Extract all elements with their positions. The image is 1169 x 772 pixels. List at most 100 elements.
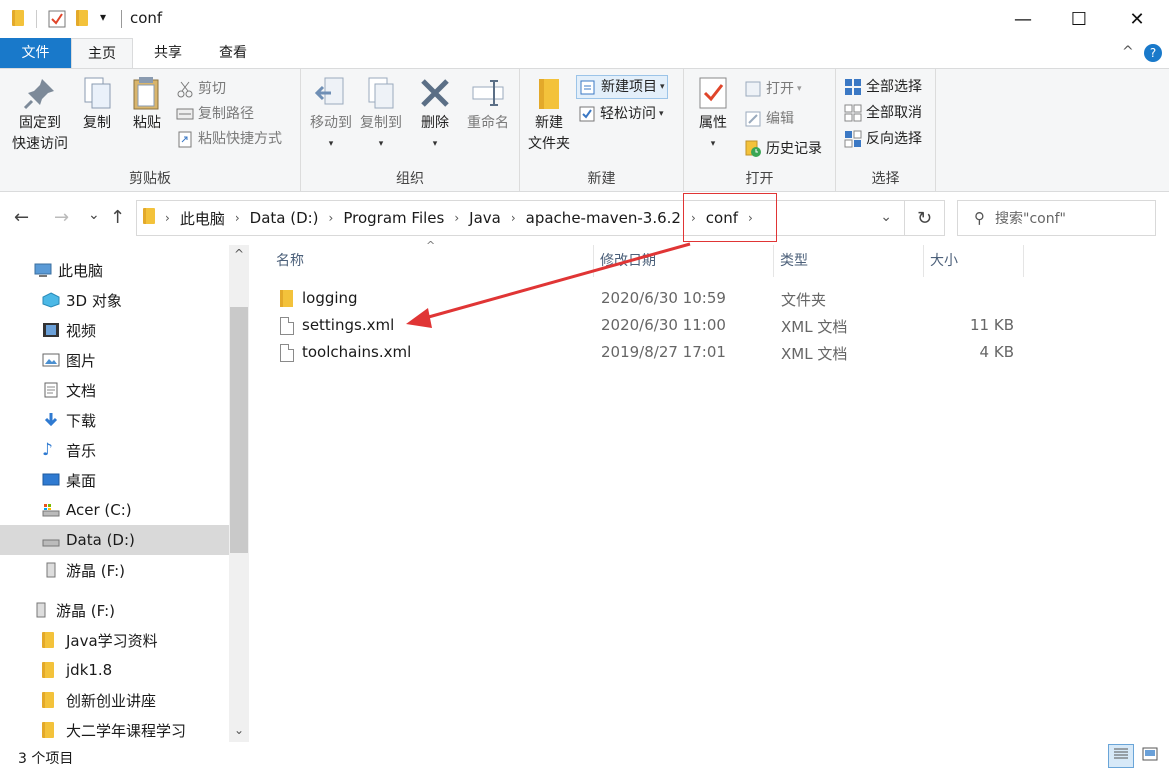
breadcrumb-apache-maven[interactable]: apache-maven-3.6.2 — [520, 209, 687, 227]
new-group-label: 新建 — [587, 171, 616, 187]
pin-quick-access-button[interactable]: 固定到 快速访问 — [8, 75, 72, 155]
forward-button[interactable]: → — [54, 207, 69, 228]
file-name: settings.xml — [302, 316, 395, 334]
breadcrumb-java[interactable]: Java — [463, 209, 507, 227]
delete-button[interactable]: 删除 ▾ — [415, 75, 455, 155]
new-folder-button[interactable]: 新建 文件夹 — [524, 75, 574, 155]
nav-item-drive-d[interactable]: Data (D:) — [0, 525, 229, 555]
file-row-settings[interactable]: settings.xml 2020/6/30 11:00 XML 文档 11 K… — [250, 312, 1169, 339]
nav-scrollbar[interactable]: ^ ⌄ — [229, 245, 249, 742]
move-to-button[interactable]: 移动到 ▾ — [305, 75, 357, 155]
scroll-down-button[interactable]: ⌄ — [229, 723, 249, 737]
nav-item-label: 文档 — [66, 381, 97, 400]
easy-access-button[interactable]: 轻松访问 ▾ — [578, 102, 664, 126]
new-folder-qa-icon[interactable] — [76, 10, 88, 26]
rename-button[interactable]: 重命名 — [461, 75, 515, 134]
nav-item-folder-jdk[interactable]: jdk1.8 — [0, 655, 229, 685]
refresh-button[interactable]: ↻ — [905, 200, 945, 236]
nav-item-folder-courses[interactable]: 大二学年课程学习 — [0, 715, 229, 745]
maximize-button[interactable]: ☐ — [1056, 0, 1102, 38]
paste-button[interactable]: 粘贴 — [126, 75, 168, 134]
select-none-button[interactable]: 全部取消 — [844, 101, 922, 125]
history-icon — [744, 140, 762, 158]
column-header-size[interactable]: 大小 — [924, 245, 1024, 277]
select-all-button[interactable]: 全部选择 — [844, 75, 922, 99]
nav-item-desktop[interactable]: 桌面 — [0, 465, 229, 495]
new-item-button[interactable]: 新建项目 ▾ — [576, 75, 668, 99]
breadcrumb-program-files[interactable]: Program Files — [337, 209, 450, 227]
paste-shortcut-button[interactable]: 粘贴快捷方式 — [176, 127, 282, 151]
file-list: ^ 名称 修改日期 类型 大小 logging 2020/6/30 10:59 … — [250, 239, 1169, 742]
nav-item-downloads[interactable]: 下载 — [0, 405, 229, 435]
scroll-up-button[interactable]: ^ — [229, 247, 249, 261]
help-icon[interactable]: ? — [1144, 44, 1162, 62]
file-size: 4 KB — [979, 343, 1014, 361]
nav-item-videos[interactable]: 视频 — [0, 315, 229, 345]
column-header-modified[interactable]: 修改日期 — [594, 245, 774, 277]
nav-item-pictures[interactable]: 图片 — [0, 345, 229, 375]
up-button[interactable]: ↑ — [110, 207, 125, 228]
tab-home[interactable]: 主页 — [71, 38, 133, 69]
history-button[interactable]: 历史记录 — [744, 137, 822, 161]
breadcrumb-this-pc[interactable]: 此电脑 — [174, 208, 231, 229]
back-button[interactable]: ← — [14, 207, 29, 228]
file-row-toolchains[interactable]: toolchains.xml 2019/8/27 17:01 XML 文档 4 … — [250, 339, 1169, 366]
nav-item-folder-lecture[interactable]: 创新创业讲座 — [0, 685, 229, 715]
nav-item-folder-java[interactable]: Java学习资料 — [0, 625, 229, 655]
copy-button[interactable]: 复制 — [76, 75, 118, 134]
nav-item-usb-f-root[interactable]: 游晶 (F:) — [0, 595, 229, 625]
address-dropdown-button[interactable]: ⌄ — [880, 209, 892, 225]
scroll-thumb[interactable] — [230, 307, 248, 553]
nav-item-music[interactable]: ♪ 音乐 — [0, 435, 229, 465]
details-view-button[interactable] — [1108, 744, 1134, 768]
edit-button[interactable]: 编辑 — [744, 107, 794, 131]
ribbon: 固定到 快速访问 复制 粘贴 剪切 复制路径 粘贴快捷方式 剪贴板 移动到 ▾ … — [0, 68, 1169, 192]
properties-check-icon[interactable] — [48, 10, 66, 28]
breadcrumb-data-d[interactable]: Data (D:) — [244, 209, 325, 227]
file-modified: 2019/8/27 17:01 — [601, 343, 726, 361]
folder-icon — [42, 632, 60, 648]
large-icons-view-button[interactable] — [1137, 744, 1163, 768]
file-explorer-window: ▾ conf — ☐ ✕ 文件 主页 共享 查看 ^ ? 固定到 快速访问 复制… — [0, 0, 1169, 772]
move-to-label: 移动到 — [310, 115, 352, 131]
cut-button[interactable]: 剪切 — [176, 77, 226, 101]
address-bar[interactable]: › 此电脑 › Data (D:) › Program Files › Java… — [136, 200, 905, 236]
invert-selection-button[interactable]: 反向选择 — [844, 127, 922, 151]
tab-view[interactable]: 查看 — [206, 38, 260, 68]
copy-icon — [79, 75, 115, 111]
nav-item-documents[interactable]: 文档 — [0, 375, 229, 405]
recent-locations-button[interactable]: ⌄ — [88, 207, 100, 223]
nav-item-label: 视频 — [66, 321, 97, 340]
status-bar: 3 个项目 — [0, 742, 1169, 772]
collapse-ribbon-icon[interactable]: ^ — [1122, 44, 1134, 60]
tab-share[interactable]: 共享 — [142, 38, 194, 68]
nav-item-drive-c[interactable]: Acer (C:) — [0, 495, 229, 525]
column-header-type[interactable]: 类型 — [774, 245, 924, 277]
minimize-button[interactable]: — — [1000, 0, 1046, 38]
copy-to-button[interactable]: 复制到 ▾ — [355, 75, 407, 155]
nav-item-this-pc[interactable]: 此电脑 — [0, 255, 229, 285]
search-box[interactable]: ⚲ 搜索"conf" — [957, 200, 1156, 236]
computer-icon — [34, 262, 52, 278]
breadcrumb-separator: › — [454, 211, 460, 225]
breadcrumb-separator: › — [328, 211, 334, 225]
column-header-name[interactable]: 名称 — [270, 245, 594, 277]
breadcrumb-separator: › — [234, 211, 240, 225]
properties-button[interactable]: 属性 ▾ — [692, 75, 734, 155]
close-button[interactable]: ✕ — [1114, 0, 1160, 38]
nav-item-label: 游晶 (F:) — [66, 561, 125, 580]
nav-item-usb-f[interactable]: 游晶 (F:) — [0, 555, 229, 585]
file-row-logging[interactable]: logging 2020/6/30 10:59 文件夹 — [250, 285, 1169, 312]
paste-icon — [129, 75, 165, 111]
nav-item-3d-objects[interactable]: 3D 对象 — [0, 285, 229, 315]
nav-item-label: jdk1.8 — [66, 661, 113, 679]
navigation-pane: 此电脑 3D 对象 视频 图片 文档 下载 ♪ 音乐 桌面 Acer (C:) … — [0, 245, 250, 742]
copy-path-button[interactable]: 复制路径 — [176, 102, 254, 126]
properties-icon — [695, 75, 731, 111]
address-row: ← → ⌄ ↑ › 此电脑 › Data (D:) › Program File… — [0, 193, 1169, 245]
open-button[interactable]: 打开 ▾ — [744, 77, 802, 101]
quick-access-folder-icon[interactable] — [12, 10, 24, 26]
tab-file[interactable]: 文件 — [0, 38, 71, 68]
qa-customize-dropdown[interactable]: ▾ — [100, 10, 106, 24]
paste-shortcut-label: 粘贴快捷方式 — [198, 131, 282, 147]
